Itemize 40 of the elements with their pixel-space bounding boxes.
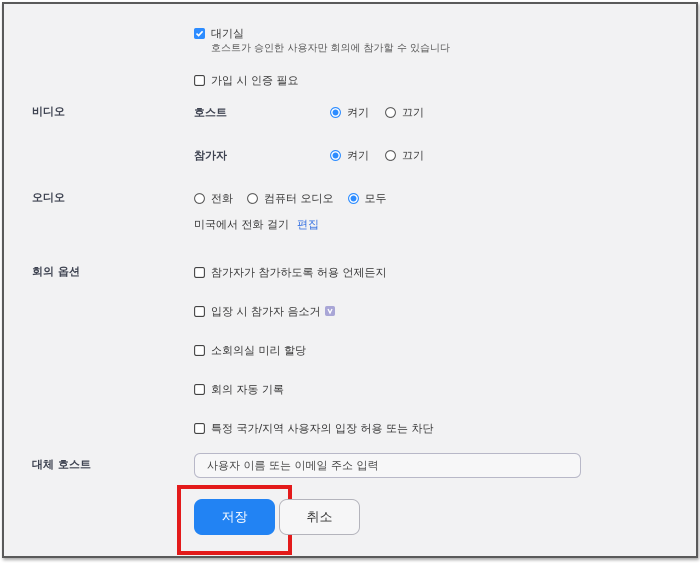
input-field[interactable]: 사용자 이름 또는 이메일 주소 입력	[194, 453, 581, 478]
option-label: 켜기	[347, 148, 369, 162]
checkbox[interactable]	[194, 344, 205, 356]
checkbox[interactable]	[194, 422, 205, 434]
checkbox[interactable]	[194, 28, 205, 38]
radio-button[interactable]	[194, 192, 205, 204]
option-description: 호스트가 승인한 사용자만 회의에 참가할 수 있습니다	[211, 42, 450, 56]
section-label: 대체 호스트	[32, 457, 92, 473]
checkbox[interactable]	[194, 306, 205, 316]
checkbox[interactable]	[194, 266, 205, 278]
section-label: 회의 옵션	[32, 264, 81, 280]
setting-label: 호스트	[194, 104, 228, 120]
dial-in-label: 미국에서 전화 걸기	[194, 216, 289, 232]
checkbox[interactable]	[194, 74, 205, 86]
edit-link[interactable]: 편집	[297, 216, 319, 232]
option-label: 전화	[211, 190, 233, 206]
checkbox[interactable]	[194, 384, 205, 394]
radio-button[interactable]	[330, 106, 341, 118]
option-label: 대기실	[211, 26, 244, 40]
option-label: 특정 국가/지역 사용자의 입장 허용 또는 차단	[211, 420, 434, 436]
option-label: 참가자가 참가하도록 허용 언제든지	[211, 264, 386, 280]
radio-button[interactable]	[348, 192, 358, 204]
option-label: 회의 자동 기록	[211, 382, 284, 396]
option-label: 소회의실 미리 할당	[211, 342, 306, 358]
radio-button[interactable]	[330, 150, 341, 160]
option-label: 컴퓨터 오디오	[264, 190, 334, 206]
cancel-button[interactable]: 취소	[279, 499, 360, 535]
option-label: 끄기	[402, 148, 424, 162]
section-label: 비디오	[32, 104, 66, 120]
option-label: 켜기	[347, 104, 369, 120]
option-label: 가입 시 인증 필요	[211, 72, 298, 88]
radio-button[interactable]	[247, 192, 258, 204]
save-button[interactable]: 저장	[194, 499, 275, 535]
section-label: 오디오	[32, 190, 66, 206]
radio-button[interactable]	[385, 150, 396, 160]
option-label: 끄기	[402, 104, 424, 120]
radio-button[interactable]	[385, 106, 396, 118]
option-label: 모두	[364, 190, 386, 206]
option-label: 입장 시 참가자 음소거	[211, 304, 320, 318]
setting-label: 참가자	[194, 148, 228, 162]
